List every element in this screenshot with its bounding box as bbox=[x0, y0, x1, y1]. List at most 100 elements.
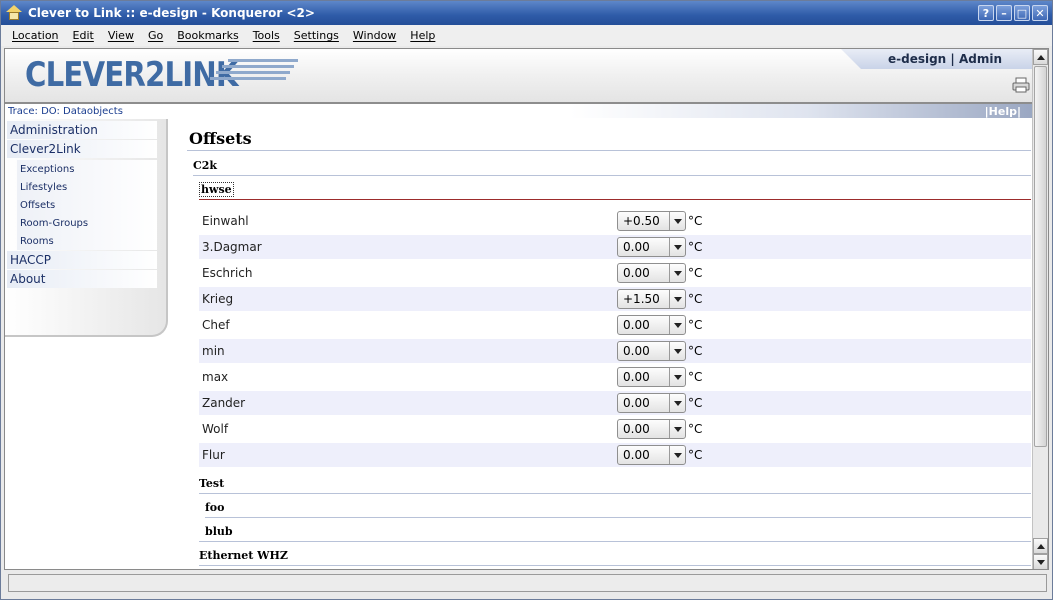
menu-go[interactable]: Go bbox=[141, 29, 170, 42]
konqueror-home-icon bbox=[6, 5, 22, 21]
menu-tools[interactable]: Tools bbox=[246, 29, 287, 42]
help-window-button[interactable]: ? bbox=[978, 5, 994, 21]
menu-view[interactable]: View bbox=[101, 29, 141, 42]
menu-edit[interactable]: Edit bbox=[66, 29, 101, 42]
offset-value: 0.00 bbox=[623, 344, 650, 358]
row-label: max bbox=[202, 370, 229, 384]
unit-label: °C bbox=[688, 344, 703, 358]
menu-location[interactable]: Location bbox=[5, 29, 66, 42]
chevron-down-icon[interactable] bbox=[669, 316, 685, 334]
sidebar-item-administration[interactable]: Administration bbox=[7, 121, 157, 139]
menu-bar: Location Edit View Go Bookmarks Tools Se… bbox=[1, 25, 1052, 46]
sidebar-item-haccp[interactable]: HACCP bbox=[7, 251, 157, 269]
offset-row-wolf: Wolf 0.00 °C bbox=[199, 417, 1031, 441]
group-divider bbox=[199, 493, 1031, 494]
group-divider bbox=[199, 565, 1031, 566]
chevron-down-icon[interactable] bbox=[669, 342, 685, 360]
vertical-scrollbar[interactable] bbox=[1032, 49, 1048, 569]
close-button[interactable]: ✕ bbox=[1032, 5, 1048, 21]
scroll-up-button-lower[interactable] bbox=[1033, 538, 1048, 554]
unit-label: °C bbox=[688, 318, 703, 332]
offset-select[interactable]: 0.00 bbox=[617, 263, 686, 283]
maximize-button[interactable]: □ bbox=[1014, 5, 1030, 21]
sidebar-item-about[interactable]: About bbox=[7, 270, 157, 288]
row-label: Einwahl bbox=[202, 214, 249, 228]
offset-row-krieg: Krieg +1.50 °C bbox=[199, 287, 1031, 311]
group-heading-ethernet-whz[interactable]: Ethernet WHZ bbox=[199, 549, 288, 562]
trace-bar: Trace: DO: Dataobjects |Help| bbox=[5, 104, 1033, 118]
subgroup-heading-hwse[interactable]: hwse bbox=[199, 182, 234, 197]
sidebar-item-offsets[interactable]: Offsets bbox=[17, 196, 157, 214]
offset-row-einwahl: Einwahl +0.50 °C bbox=[199, 209, 1031, 233]
offset-value: 0.00 bbox=[623, 448, 650, 462]
sidebar-item-clever2link[interactable]: Clever2Link bbox=[7, 140, 157, 158]
window-title: Clever to Link :: e-design - Konqueror <… bbox=[28, 6, 315, 20]
menu-bookmarks[interactable]: Bookmarks bbox=[170, 29, 245, 42]
offset-select[interactable]: 0.00 bbox=[617, 341, 686, 361]
sidebar-item-room-groups[interactable]: Room-Groups bbox=[17, 214, 157, 232]
offset-select[interactable]: 0.00 bbox=[617, 315, 686, 335]
minimize-button[interactable]: – bbox=[996, 5, 1012, 21]
browser-window: Clever to Link :: e-design - Konqueror <… bbox=[0, 0, 1053, 600]
chevron-down-icon[interactable] bbox=[669, 368, 685, 386]
row-label: Eschrich bbox=[202, 266, 253, 280]
scrollbar-thumb[interactable] bbox=[1034, 66, 1047, 447]
scroll-up-button[interactable] bbox=[1033, 49, 1048, 65]
chevron-down-icon[interactable] bbox=[669, 212, 685, 230]
group-heading-c2k[interactable]: C2k bbox=[193, 159, 217, 172]
sidebar-item-exceptions[interactable]: Exceptions bbox=[17, 160, 157, 178]
offset-select[interactable]: 0.00 bbox=[617, 237, 686, 257]
chevron-down-icon[interactable] bbox=[669, 420, 685, 438]
offset-select[interactable]: +0.50 bbox=[617, 211, 686, 231]
menu-window[interactable]: Window bbox=[346, 29, 403, 42]
chevron-down-icon[interactable] bbox=[669, 446, 685, 464]
chevron-down-icon[interactable] bbox=[669, 394, 685, 412]
chevron-down-icon[interactable] bbox=[669, 238, 685, 256]
sidebar-nav: Administration Clever2Link Exceptions Li… bbox=[5, 119, 168, 337]
offset-value: 0.00 bbox=[623, 396, 650, 410]
subgroup-heading-foo[interactable]: foo bbox=[205, 501, 224, 514]
group-heading-test[interactable]: Test bbox=[199, 477, 224, 490]
title-bar[interactable]: Clever to Link :: e-design - Konqueror <… bbox=[1, 1, 1052, 25]
offset-select[interactable]: +1.50 bbox=[617, 289, 686, 309]
group-divider bbox=[193, 175, 1031, 176]
chevron-down-icon[interactable] bbox=[669, 290, 685, 308]
offset-row-zander: Zander 0.00 °C bbox=[199, 391, 1031, 415]
unit-label: °C bbox=[688, 292, 703, 306]
offset-value: 0.00 bbox=[623, 266, 650, 280]
main-content: Offsets C2k hwse Einwahl +0.50 °C 3.Dagm… bbox=[187, 119, 1033, 569]
subgroup-divider bbox=[199, 199, 1031, 200]
logo-text: CLEVER2LINK bbox=[25, 55, 239, 95]
offset-row-eschrich: Eschrich 0.00 °C bbox=[199, 261, 1031, 285]
offset-value: 0.00 bbox=[623, 240, 650, 254]
offset-value: 0.00 bbox=[623, 318, 650, 332]
chevron-down-icon[interactable] bbox=[669, 264, 685, 282]
offset-row-max: max 0.00 °C bbox=[199, 365, 1031, 389]
unit-label: °C bbox=[688, 396, 703, 410]
offset-select[interactable]: 0.00 bbox=[617, 419, 686, 439]
offset-row-3dagmar: 3.Dagmar 0.00 °C bbox=[199, 235, 1031, 259]
scroll-down-button[interactable] bbox=[1033, 554, 1048, 569]
unit-label: °C bbox=[688, 240, 703, 254]
menu-help[interactable]: Help bbox=[403, 29, 442, 42]
row-label: Krieg bbox=[202, 292, 234, 306]
offset-select[interactable]: 0.00 bbox=[617, 445, 686, 465]
unit-label: °C bbox=[688, 266, 703, 280]
unit-label: °C bbox=[688, 214, 703, 228]
printer-icon[interactable] bbox=[1012, 77, 1030, 93]
user-badge: e-design | Admin bbox=[841, 49, 1033, 69]
row-label: min bbox=[202, 344, 225, 358]
offset-select[interactable]: 0.00 bbox=[617, 367, 686, 387]
row-label: Zander bbox=[202, 396, 246, 410]
subgroup-heading-blub[interactable]: blub bbox=[205, 525, 233, 538]
unit-label: °C bbox=[688, 422, 703, 436]
help-link[interactable]: |Help| bbox=[985, 104, 1021, 118]
sidebar-item-lifestyles[interactable]: Lifestyles bbox=[17, 178, 157, 196]
row-label: Flur bbox=[202, 448, 225, 462]
sidebar-item-rooms[interactable]: Rooms bbox=[17, 232, 157, 250]
trace-breadcrumb[interactable]: Trace: DO: Dataobjects bbox=[8, 106, 123, 117]
group-divider bbox=[199, 541, 1031, 542]
menu-settings[interactable]: Settings bbox=[287, 29, 346, 42]
offset-select[interactable]: 0.00 bbox=[617, 393, 686, 413]
unit-label: °C bbox=[688, 448, 703, 462]
